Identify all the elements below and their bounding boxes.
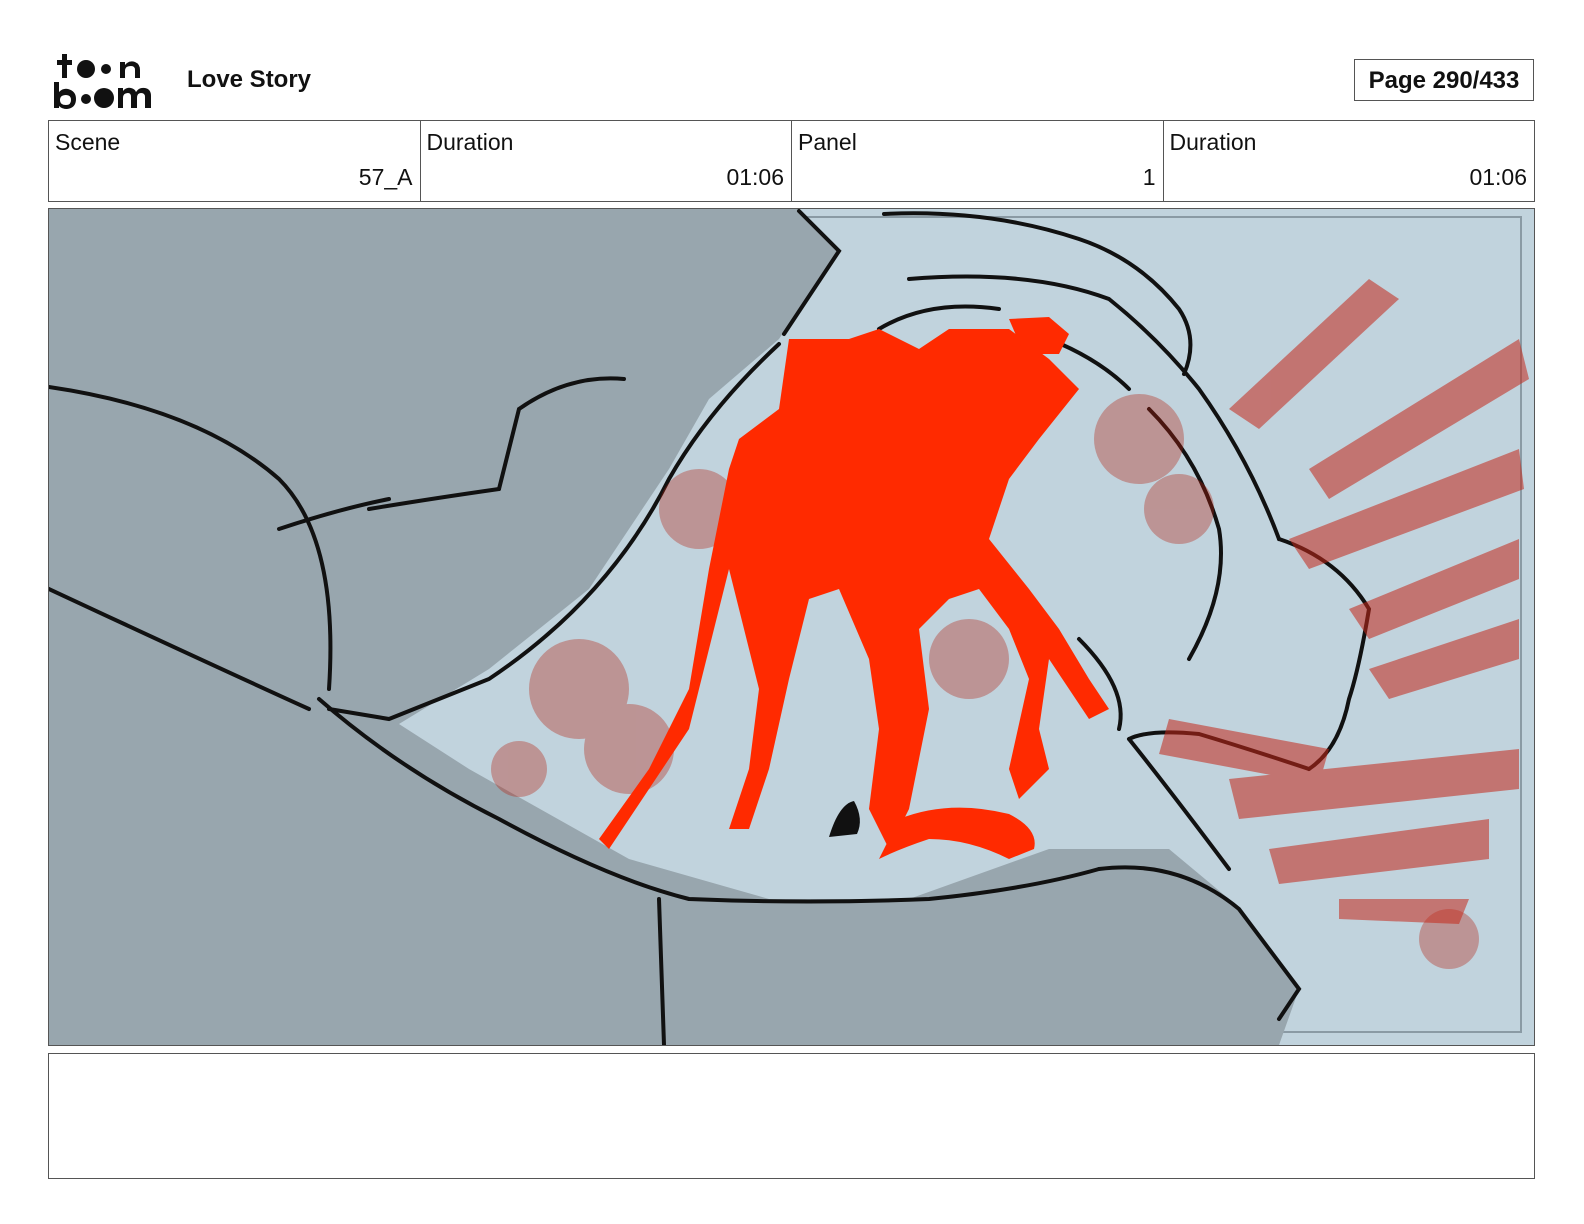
page-indicator: Page 290/433	[1354, 59, 1534, 101]
storyboard-panel	[48, 208, 1535, 1046]
scene-label: Scene	[55, 129, 121, 155]
toon-boom-logo	[54, 54, 151, 109]
panel-duration-value: 01:06	[1469, 164, 1527, 190]
panel-value: 1	[1142, 164, 1156, 190]
scene-duration-value: 01:06	[726, 164, 784, 190]
scene-duration-cell: Duration 01:06	[421, 121, 792, 201]
scene-duration-label: Duration	[426, 129, 514, 155]
project-title: Love Story	[187, 66, 312, 93]
scene-value: 57_A	[358, 164, 413, 190]
panel-duration-label: Duration	[1169, 129, 1257, 155]
panel-artwork	[49, 209, 1534, 1045]
panel-cell: Panel 1	[792, 121, 1164, 201]
scene-info-row: Scene 57_A Duration 01:06 Panel 1 Durati…	[48, 120, 1535, 202]
panel-duration-cell: Duration 01:06	[1164, 121, 1535, 201]
panel-label: Panel	[798, 129, 857, 155]
panel-notes	[48, 1053, 1535, 1179]
scene-cell: Scene 57_A	[49, 121, 421, 201]
